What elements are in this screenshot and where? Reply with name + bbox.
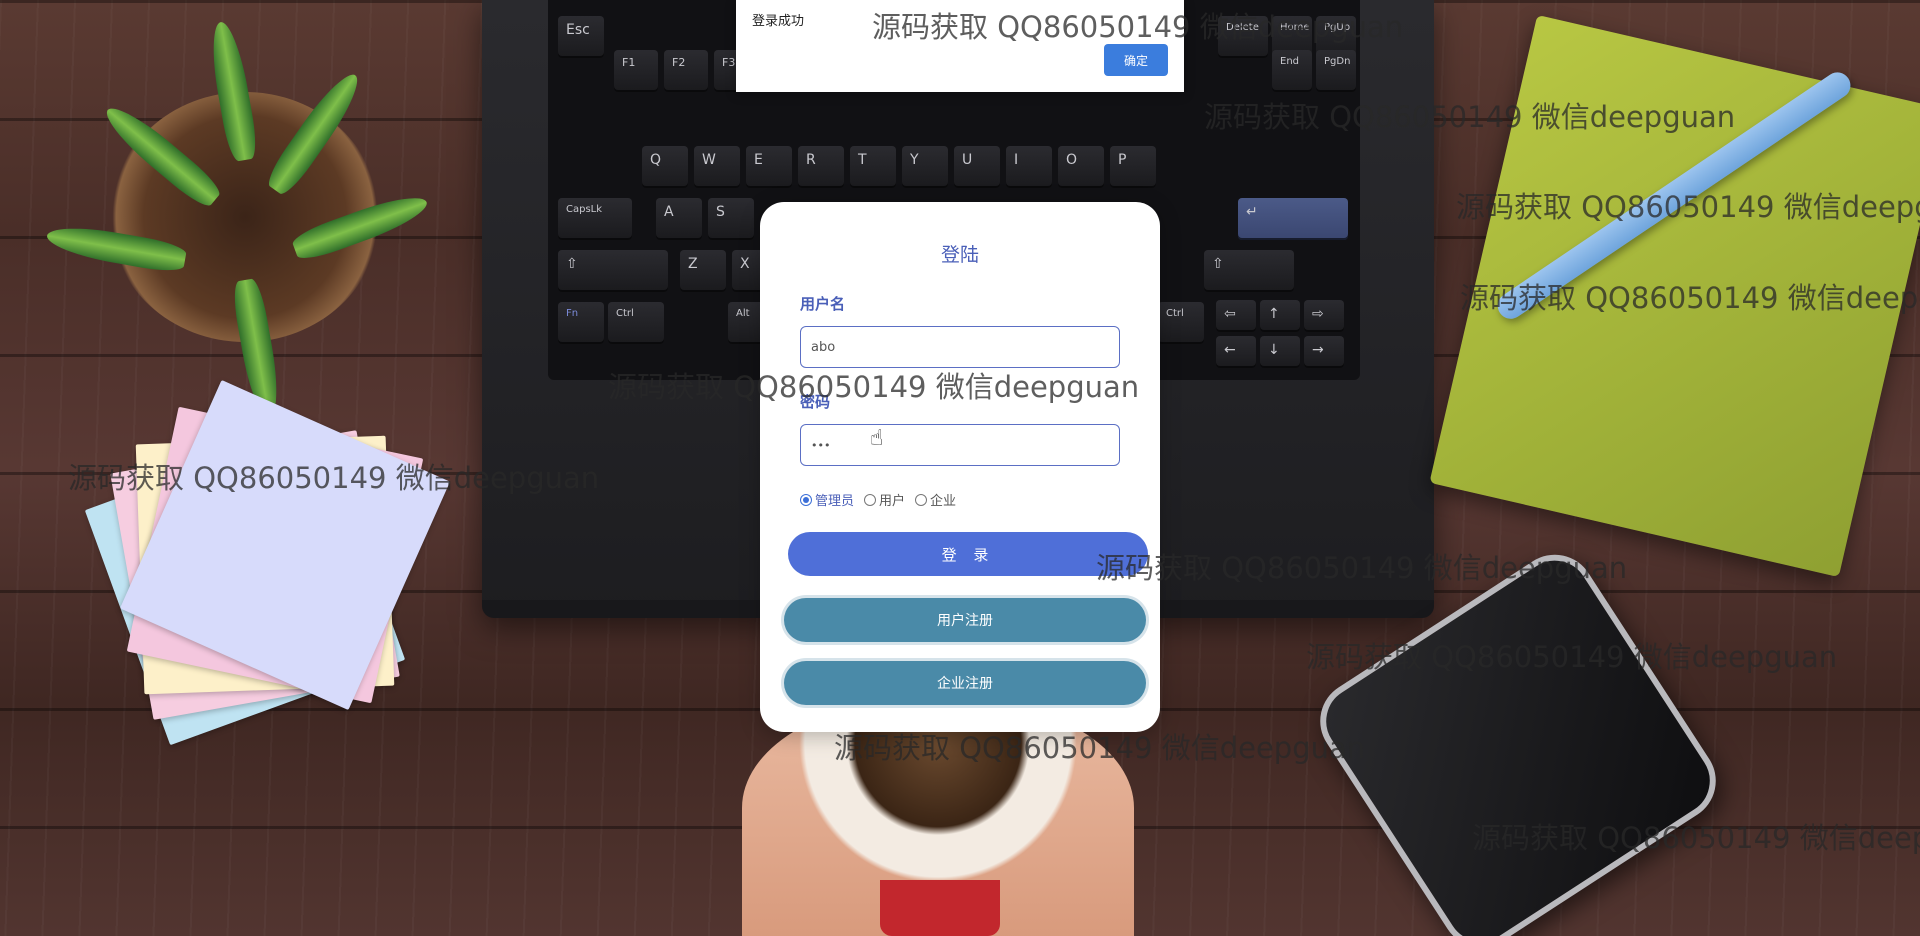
alert-dialog: 登录成功 确定 xyxy=(736,0,1184,92)
password-label: 密码 xyxy=(800,393,831,411)
arrow-key: ↓ xyxy=(1260,336,1300,368)
key: T xyxy=(850,146,896,188)
key: R xyxy=(798,146,844,188)
key: F1 xyxy=(614,50,658,92)
login-card: 登陆 用户名 密码 管理员 用户 企业 登 录 用户注册 企业注册 xyxy=(760,202,1160,732)
key: A xyxy=(656,198,702,240)
alert-message: 登录成功 xyxy=(752,14,805,29)
role-label: 管理员 xyxy=(815,494,855,509)
key: S xyxy=(708,198,754,240)
key: W xyxy=(694,146,740,188)
key: O xyxy=(1058,146,1104,188)
key: E xyxy=(746,146,792,188)
arrow-key: → xyxy=(1304,336,1344,368)
login-button[interactable]: 登 录 xyxy=(788,532,1148,576)
arrow-key: ↑ xyxy=(1260,300,1300,332)
key: P xyxy=(1110,146,1156,188)
company-register-button[interactable]: 企业注册 xyxy=(784,661,1146,705)
key: Q xyxy=(642,146,688,188)
desk-background: Esc F1 F2 F3 Delete Home PgUp End PgDn Q… xyxy=(0,0,1920,936)
role-option-company[interactable]: 企业 xyxy=(915,490,956,509)
key: U xyxy=(954,146,1000,188)
key: Fn xyxy=(558,302,604,344)
radio-icon[interactable] xyxy=(915,493,928,506)
arrow-key: ⇦ xyxy=(1216,300,1256,332)
radio-icon[interactable] xyxy=(864,493,877,506)
number-row xyxy=(548,94,1348,138)
coffee-cup-base xyxy=(880,880,1000,936)
username-label: 用户名 xyxy=(800,295,846,313)
role-option-admin[interactable]: 管理员 xyxy=(800,490,854,509)
key: F2 xyxy=(664,50,708,92)
username-input[interactable] xyxy=(800,326,1120,368)
enter-key: ↵ xyxy=(1238,198,1348,240)
role-radio-group: 管理员 用户 企业 xyxy=(800,490,960,509)
key: Ctrl xyxy=(1158,302,1204,344)
key: Delete xyxy=(1218,16,1268,58)
password-input[interactable] xyxy=(800,424,1120,466)
user-register-button[interactable]: 用户注册 xyxy=(784,598,1146,642)
key: PgDn xyxy=(1316,50,1356,92)
key: Esc xyxy=(558,16,604,58)
login-title: 登陆 xyxy=(940,244,979,266)
key: End xyxy=(1272,50,1312,92)
alert-ok-button[interactable]: 确定 xyxy=(1104,44,1168,76)
key: Ctrl xyxy=(608,302,664,344)
role-label: 用户 xyxy=(879,494,906,509)
arrow-key: ⇨ xyxy=(1304,300,1344,332)
role-option-user[interactable]: 用户 xyxy=(864,490,905,509)
key: Y xyxy=(902,146,948,188)
hand-cursor-icon: ☝ xyxy=(870,426,884,451)
radio-icon[interactable] xyxy=(800,493,812,506)
arrow-key: ← xyxy=(1216,336,1256,368)
key: I xyxy=(1006,146,1052,188)
key: CapsLk xyxy=(558,198,632,240)
role-label: 企业 xyxy=(930,494,957,509)
shift-key: ⇧ xyxy=(558,250,668,292)
key: Z xyxy=(680,250,726,292)
sticky-notes-image xyxy=(84,379,451,746)
shift-key: ⇧ xyxy=(1204,250,1294,292)
